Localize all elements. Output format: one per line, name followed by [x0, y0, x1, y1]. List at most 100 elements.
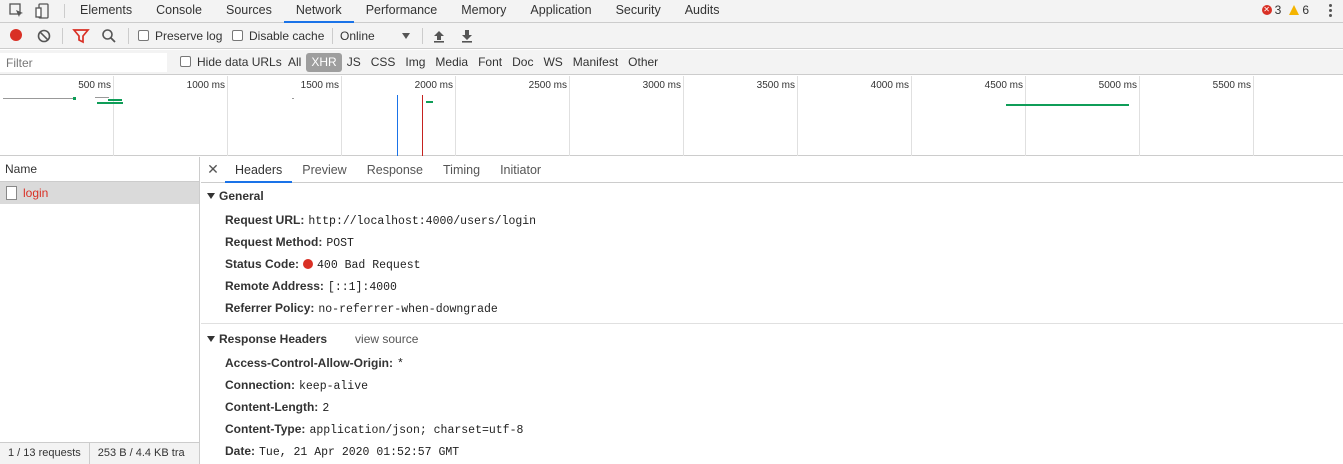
transfer-size: 253 B / 4.4 KB tra — [88, 443, 193, 464]
timeline-gridline: 3500 ms — [757, 76, 798, 156]
tab-timing[interactable]: Timing — [433, 158, 490, 182]
toolbar-separator — [422, 28, 423, 44]
hide-data-urls-checkbox[interactable]: Hide data URLs — [180, 54, 282, 71]
filter-type-js[interactable]: JS — [342, 53, 366, 72]
throttling-value: Online — [340, 29, 375, 43]
timeline-gridline: 1500 ms — [301, 76, 342, 156]
timeline-tick-label: 5500 ms — [1212, 80, 1251, 91]
timeline-bar — [3, 98, 75, 99]
record-button[interactable] — [8, 27, 24, 45]
header-value: application/json; charset=utf-8 — [309, 424, 524, 437]
response-headers-section-header[interactable]: Response Headers view source — [201, 326, 1343, 352]
general-section-header[interactable]: General — [201, 183, 1343, 209]
warning-count: 6 — [1302, 3, 1309, 17]
header-row: Date: Tue, 21 Apr 2020 01:52:57 GMT — [201, 440, 1343, 462]
header-key: Request Method: — [225, 235, 323, 249]
timeline-bar — [95, 97, 109, 98]
response-headers-title: Response Headers — [219, 332, 328, 346]
tab-preview[interactable]: Preview — [292, 158, 356, 182]
throttling-select[interactable]: Online — [340, 27, 412, 45]
timeline-gridline: 500 ms — [78, 76, 114, 156]
header-key: Request URL: — [225, 213, 305, 227]
header-key: Content-Length: — [225, 400, 319, 414]
error-count: 3 — [1274, 3, 1282, 17]
timeline-gridline: 4500 ms — [985, 76, 1026, 156]
view-source-link[interactable]: view source — [355, 332, 418, 346]
filter-type-manifest[interactable]: Manifest — [568, 53, 623, 72]
warning-icon — [1289, 5, 1300, 15]
tab-audits[interactable]: Audits — [673, 0, 732, 22]
filter-icon[interactable] — [72, 27, 90, 45]
header-row: Content-Length: 2 — [201, 396, 1343, 418]
preserve-log-checkbox[interactable]: Preserve log — [138, 27, 222, 45]
tab-sources[interactable]: Sources — [214, 0, 284, 22]
header-row: Access-Control-Allow-Origin: * — [201, 352, 1343, 374]
tab-console[interactable]: Console — [144, 0, 214, 22]
header-value: 2 — [322, 402, 330, 415]
header-row: Content-Type: application/json; charset=u… — [201, 418, 1343, 440]
tab-elements[interactable]: Elements — [68, 0, 144, 22]
triangle-down-icon — [207, 193, 215, 199]
search-icon[interactable] — [100, 27, 118, 45]
domcontentloaded-marker — [397, 95, 398, 156]
filter-type-other[interactable]: Other — [623, 53, 663, 72]
load-marker — [422, 95, 423, 156]
close-icon[interactable]: ✕ — [201, 157, 225, 182]
tab-security[interactable]: Security — [604, 0, 673, 22]
filter-type-ws[interactable]: WS — [538, 53, 567, 72]
more-options-icon[interactable] — [1329, 3, 1333, 19]
panel-tabs: Elements Console Sources Network Performance… — [68, 0, 732, 23]
device-toolbar-icon[interactable] — [34, 2, 52, 20]
request-details: ✕ Headers Preview Response Timing Initiator … — [201, 157, 1343, 464]
toolbar-separator — [128, 28, 129, 44]
import-har-icon[interactable] — [432, 27, 446, 45]
devtools-tab-bar: Elements Console Sources Network Performance… — [0, 0, 1343, 23]
disable-cache-checkbox[interactable]: Disable cache — [232, 27, 324, 45]
filter-type-all[interactable]: All — [283, 53, 306, 72]
timeline-gridline: 5000 ms — [1099, 76, 1140, 156]
filter-type-img[interactable]: Img — [400, 53, 430, 72]
clear-icon[interactable] — [36, 27, 52, 45]
header-key: Connection: — [225, 378, 295, 392]
header-value: * — [397, 358, 404, 371]
header-value: Tue, 21 Apr 2020 01:52:57 GMT — [259, 446, 460, 459]
filter-type-media[interactable]: Media — [430, 53, 473, 72]
tab-initiator[interactable]: Initiator — [490, 158, 551, 182]
filter-type-font[interactable]: Font — [473, 53, 507, 72]
tab-headers[interactable]: Headers — [225, 158, 293, 183]
network-toolbar: Preserve log Disable cache Online — [0, 23, 1343, 49]
timeline-bar — [97, 102, 123, 104]
timeline-bar — [426, 101, 433, 103]
timeline-tick-label: 4500 ms — [984, 80, 1023, 91]
timeline-bar — [1006, 104, 1129, 106]
toolbar-separator — [62, 28, 63, 44]
name-column-header[interactable]: Name — [0, 157, 199, 182]
tab-performance[interactable]: Performance — [354, 0, 450, 22]
filter-type-xhr[interactable]: XHR — [306, 53, 342, 72]
request-row[interactable]: login — [0, 182, 199, 204]
filter-type-css[interactable]: CSS — [366, 53, 401, 72]
timeline-overview[interactable]: 500 ms 1000 ms 1500 ms 2000 ms 2500 ms 3000 m… — [0, 76, 1343, 156]
tab-memory[interactable]: Memory — [449, 0, 518, 22]
section-divider — [201, 323, 1343, 324]
tab-response[interactable]: Response — [357, 158, 433, 182]
timeline-gridline: 2500 ms — [529, 76, 570, 156]
timeline-tick-label: 4000 ms — [870, 80, 909, 91]
tab-application[interactable]: Application — [518, 0, 603, 22]
tab-network[interactable]: Network — [283, 0, 354, 23]
issue-counts[interactable]: ✕ 3 6 — [1261, 3, 1309, 17]
header-value: POST — [326, 237, 354, 250]
export-har-icon[interactable] — [460, 27, 474, 45]
inspect-element-icon[interactable] — [8, 2, 26, 20]
timeline-tick-label: 2000 ms — [414, 80, 453, 91]
preserve-log-label: Preserve log — [155, 29, 223, 43]
timeline-bar — [73, 97, 76, 100]
header-row: Request Method: POST — [201, 231, 1343, 253]
header-key: Date: — [225, 444, 256, 458]
chevron-down-icon — [402, 33, 410, 39]
general-section: Request URL: http://localhost:4000/users/… — [201, 209, 1343, 319]
filter-bar: Hide data URLs AllXHRJSCSSImgMediaFontDo… — [0, 50, 1343, 75]
filter-type-doc[interactable]: Doc — [507, 53, 538, 72]
filter-input[interactable] — [0, 53, 167, 72]
timeline-tick-label: 3000 ms — [642, 80, 681, 91]
